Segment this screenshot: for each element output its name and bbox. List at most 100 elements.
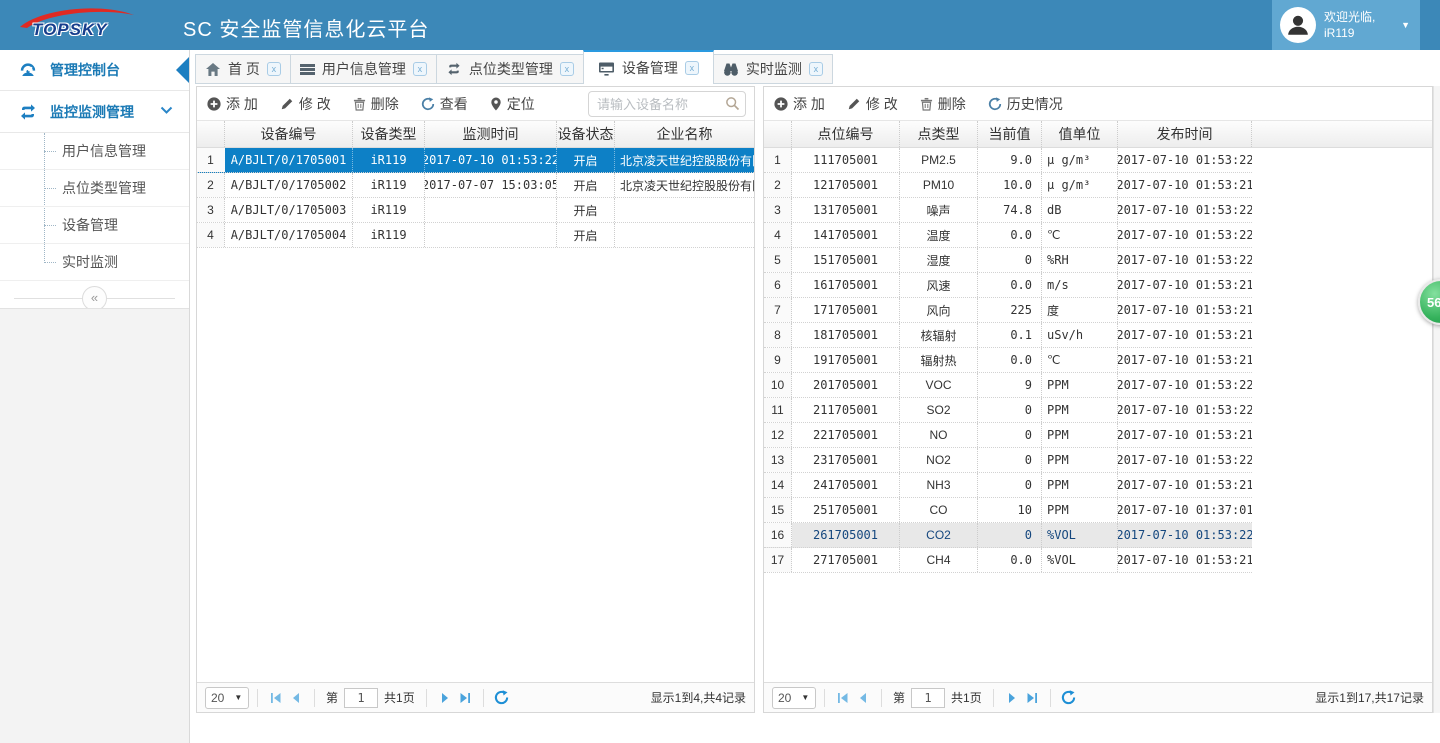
delete-button[interactable]: 删除 <box>353 94 399 114</box>
table-row[interactable]: 3 131705001 噪声 74.8 dB 2017-07-10 01:53:… <box>764 198 1252 223</box>
next-page-icon <box>438 691 452 705</box>
table-row[interactable]: 4 141705001 温度 0.0 ℃ 2017-07-10 01:53:22 <box>764 223 1252 248</box>
column-header[interactable]: 设备状态 <box>557 121 615 147</box>
unit-cell: m/s <box>1042 273 1118 297</box>
table-row[interactable]: 1 111705001 PM2.5 9.0 μ g/m³ 2017-07-10 … <box>764 148 1252 173</box>
close-icon[interactable]: x <box>685 61 699 75</box>
history-button[interactable]: 历史情况 <box>988 94 1063 114</box>
table-row[interactable]: 10 201705001 VOC 9 PPM 2017-07-10 01:53:… <box>764 373 1252 398</box>
add-button[interactable]: 添 加 <box>774 94 825 114</box>
current-value-cell: 10.0 <box>978 173 1042 197</box>
column-header[interactable]: 设备类型 <box>353 121 425 147</box>
table-row[interactable]: 17 271705001 CH4 0.0 %VOL 2017-07-10 01:… <box>764 548 1252 573</box>
caret-down-icon: ▼ <box>234 693 242 702</box>
add-button[interactable]: 添 加 <box>207 94 258 114</box>
close-icon[interactable]: x <box>809 62 823 76</box>
table-row[interactable]: 16 261705001 CO2 0 %VOL 2017-07-10 01:53… <box>764 523 1252 548</box>
next-page-button[interactable] <box>435 688 455 708</box>
table-row[interactable]: 11 211705001 SO2 0 PPM 2017-07-10 01:53:… <box>764 398 1252 423</box>
unit-cell: 度 <box>1042 298 1118 322</box>
first-page-button[interactable] <box>833 688 853 708</box>
close-icon[interactable]: x <box>267 62 281 76</box>
column-header[interactable]: 点位编号 <box>792 121 900 147</box>
page-prefix: 第 <box>326 689 338 706</box>
column-header[interactable]: 设备编号 <box>225 121 353 147</box>
unit-cell: uSv/h <box>1042 323 1118 347</box>
user-menu[interactable]: 欢迎光临, iR119 ▼ <box>1272 0 1420 50</box>
first-page-button[interactable] <box>266 688 286 708</box>
point-id-cell: 261705001 <box>792 523 900 547</box>
tab-point-type[interactable]: 点位类型管理 x <box>436 54 584 84</box>
sidebar-item-realtime[interactable]: 实时监测 <box>0 244 189 281</box>
unit-cell: ℃ <box>1042 348 1118 372</box>
monitor-time-cell: 2017-07-10 01:53:22 <box>425 148 557 172</box>
table-row[interactable]: 2 121705001 PM10 10.0 μ g/m³ 2017-07-10 … <box>764 173 1252 198</box>
sidebar-item-device-mgmt[interactable]: 设备管理 <box>0 207 189 244</box>
table-row[interactable]: 4 A/BJLT/0/1705004 iR119 开启 <box>197 223 754 248</box>
sidebar-item-console[interactable]: 管理控制台 <box>0 50 189 91</box>
page-number-input[interactable] <box>911 688 945 708</box>
table-row[interactable]: 3 A/BJLT/0/1705003 iR119 开启 <box>197 198 754 223</box>
device-toolbar: 添 加 修 改 删除 查看 <box>197 87 754 121</box>
column-header[interactable]: 值单位 <box>1042 121 1118 147</box>
table-row[interactable]: 6 161705001 风速 0.0 m/s 2017-07-10 01:53:… <box>764 273 1252 298</box>
tab-user-info[interactable]: 用户信息管理 x <box>290 54 437 84</box>
avatar[interactable] <box>1280 7 1316 43</box>
locate-button[interactable]: 定位 <box>490 94 535 114</box>
tab-home[interactable]: 首 页 x <box>195 54 291 84</box>
close-icon[interactable]: x <box>560 62 574 76</box>
publish-time-cell: 2017-07-10 01:53:22 <box>1118 523 1252 547</box>
table-row[interactable]: 15 251705001 CO 10 PPM 2017-07-10 01:37:… <box>764 498 1252 523</box>
row-number: 3 <box>197 198 225 222</box>
point-id-cell: 121705001 <box>792 173 900 197</box>
unit-cell: PPM <box>1042 398 1118 422</box>
sidebar-item-point-type[interactable]: 点位类型管理 <box>0 170 189 207</box>
column-header[interactable]: 企业名称 <box>615 121 754 147</box>
reload-icon <box>494 690 509 705</box>
scrollbar-track[interactable] <box>1433 86 1440 713</box>
page-size-select[interactable]: 20 ▼ <box>772 687 816 709</box>
column-header[interactable]: 点类型 <box>900 121 978 147</box>
tab-realtime[interactable]: 实时监测 x <box>713 54 833 84</box>
prev-page-button[interactable] <box>853 688 873 708</box>
point-type-cell: 核辐射 <box>900 323 978 347</box>
last-page-button[interactable] <box>455 688 475 708</box>
column-header[interactable]: 监测时间 <box>425 121 557 147</box>
device-status-cell: 开启 <box>557 223 615 247</box>
tab-device-mgmt[interactable]: 设备管理 x <box>583 50 714 84</box>
search-input[interactable] <box>588 91 746 117</box>
table-row[interactable]: 13 231705001 NO2 0 PPM 2017-07-10 01:53:… <box>764 448 1252 473</box>
column-header[interactable]: 发布时间 <box>1118 121 1252 147</box>
point-id-cell: 111705001 <box>792 148 900 172</box>
table-row[interactable]: 8 181705001 核辐射 0.1 uSv/h 2017-07-10 01:… <box>764 323 1252 348</box>
prev-page-button[interactable] <box>286 688 306 708</box>
search-icon[interactable] <box>725 96 740 111</box>
page-number-input[interactable] <box>344 688 378 708</box>
edit-button[interactable]: 修 改 <box>847 94 898 114</box>
column-header[interactable]: 当前值 <box>978 121 1042 147</box>
chevron-down-icon[interactable]: ▼ <box>1401 20 1410 30</box>
view-button[interactable]: 查看 <box>421 94 468 114</box>
edit-button[interactable]: 修 改 <box>280 94 331 114</box>
reload-button[interactable] <box>492 688 512 708</box>
point-id-cell: 241705001 <box>792 473 900 497</box>
table-row[interactable]: 14 241705001 NH3 0 PPM 2017-07-10 01:53:… <box>764 473 1252 498</box>
table-row[interactable]: 7 171705001 风向 225 度 2017-07-10 01:53:21 <box>764 298 1252 323</box>
unit-cell: PPM <box>1042 373 1118 397</box>
table-row[interactable]: 5 151705001 湿度 0 %RH 2017-07-10 01:53:22 <box>764 248 1252 273</box>
table-row[interactable]: 9 191705001 辐射热 0.0 ℃ 2017-07-10 01:53:2… <box>764 348 1252 373</box>
row-number: 17 <box>764 548 792 572</box>
publish-time-cell: 2017-07-10 01:53:21 <box>1118 173 1252 197</box>
next-page-button[interactable] <box>1002 688 1022 708</box>
sidebar-item-monitor-mgmt[interactable]: 监控监测管理 <box>0 91 189 133</box>
last-page-button[interactable] <box>1022 688 1042 708</box>
reload-button[interactable] <box>1059 688 1079 708</box>
delete-button[interactable]: 删除 <box>920 94 966 114</box>
point-id-cell: 171705001 <box>792 298 900 322</box>
table-row[interactable]: 2 A/BJLT/0/1705002 iR119 2017-07-07 15:0… <box>197 173 754 198</box>
table-row[interactable]: 1 A/BJLT/0/1705001 iR119 2017-07-10 01:5… <box>197 148 754 173</box>
page-size-select[interactable]: 20 ▼ <box>205 687 249 709</box>
close-icon[interactable]: x <box>413 62 427 76</box>
sidebar-item-user-info[interactable]: 用户信息管理 <box>0 133 189 170</box>
table-row[interactable]: 12 221705001 NO 0 PPM 2017-07-10 01:53:2… <box>764 423 1252 448</box>
